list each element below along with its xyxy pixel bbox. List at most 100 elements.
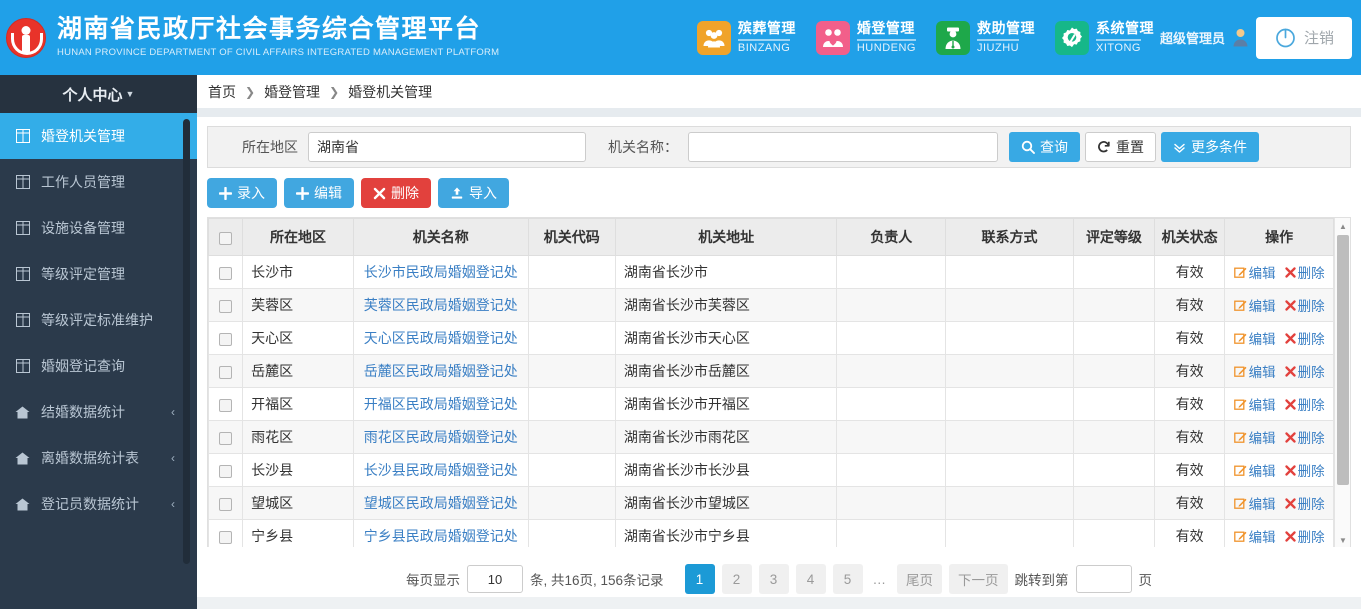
breadcrumb-item-home[interactable]: 首页 [208,82,236,102]
row-edit-button[interactable]: 编辑 [1234,262,1276,282]
scrollbar-thumb[interactable] [1337,235,1349,485]
sidebar-title-label: 个人中心 [63,84,123,105]
table-row[interactable]: 开福区开福区民政局婚姻登记处湖南省长沙市开福区有效编辑删除 [209,388,1334,421]
scroll-down-arrow-icon[interactable]: ▼ [1335,532,1351,547]
sidebar-item-marriage-data-stats[interactable]: 结婚数据统计 ‹ [0,389,197,435]
search-button[interactable]: 查询 [1009,132,1080,162]
row-checkbox[interactable] [219,498,232,511]
row-checkbox[interactable] [219,465,232,478]
table-row[interactable]: 岳麓区岳麓区民政局婚姻登记处湖南省长沙市岳麓区有效编辑删除 [209,355,1334,388]
row-checkbox[interactable] [219,432,232,445]
row-delete-button[interactable]: 删除 [1285,493,1325,513]
sidebar-item-marriage-registration-query[interactable]: 婚姻登记查询 [0,343,197,389]
table-row[interactable]: 长沙市长沙市民政局婚姻登记处湖南省长沙市有效编辑删除 [209,256,1334,289]
sidebar-item-grade-assessment-mgmt[interactable]: 等级评定管理 [0,251,197,297]
org-name-link[interactable]: 长沙市民政局婚姻登记处 [364,264,518,280]
table-row[interactable]: 望城区望城区民政局婚姻登记处湖南省长沙市望城区有效编辑删除 [209,487,1334,520]
table-row[interactable]: 长沙县长沙县民政局婚姻登记处湖南省长沙市长沙县有效编辑删除 [209,454,1334,487]
sidebar-item-registrar-data-stats[interactable]: 登记员数据统计 ‹ [0,481,197,527]
page-button-1[interactable]: 1 [685,564,715,594]
row-checkbox[interactable] [219,333,232,346]
table-row[interactable]: 芙蓉区芙蓉区民政局婚姻登记处湖南省长沙市芙蓉区有效编辑删除 [209,289,1334,322]
row-edit-button[interactable]: 编辑 [1234,427,1276,447]
row-delete-button[interactable]: 删除 [1285,328,1325,348]
last-page-button[interactable]: 尾页 [897,564,942,594]
delete-record-button[interactable]: 删除 [361,178,431,208]
row-delete-button[interactable]: 删除 [1285,427,1325,447]
org-name-link[interactable]: 开福区民政局婚姻登记处 [364,396,518,412]
page-button-2[interactable]: 2 [722,564,752,594]
row-checkbox[interactable] [219,366,232,379]
table-row[interactable]: 雨花区雨花区民政局婚姻登记处湖南省长沙市雨花区有效编辑删除 [209,421,1334,454]
cell-grade [1073,289,1154,322]
org-name-link[interactable]: 长沙县民政局婚姻登记处 [364,462,518,478]
sidebar-item-label: 离婚数据统计表 [41,448,139,468]
app-title-cn: 湖南省民政厅社会事务综合管理平台 [57,17,499,42]
org-name-link[interactable]: 芙蓉区民政局婚姻登记处 [364,297,518,313]
nav-module-jiuzhu[interactable]: 救助管理 JIUZHU [936,21,1035,55]
row-delete-button[interactable]: 删除 [1285,295,1325,315]
org-name-link[interactable]: 雨花区民政局婚姻登记处 [364,429,518,445]
row-delete-label: 删除 [1298,460,1325,480]
sidebar-item-grade-standard-maintenance[interactable]: 等级评定标准维护 [0,297,197,343]
jump-page-input[interactable] [1076,565,1132,593]
add-record-button[interactable]: 录入 [207,178,277,208]
row-delete-button[interactable]: 删除 [1285,460,1325,480]
cell-status: 有效 [1154,487,1224,520]
plus-icon [296,187,309,200]
cell-status: 有效 [1154,520,1224,548]
row-edit-button[interactable]: 编辑 [1234,394,1276,414]
page-button-5[interactable]: 5 [833,564,863,594]
row-edit-button[interactable]: 编辑 [1234,361,1276,381]
sidebar-title[interactable]: 个人中心 ▼ [0,75,197,113]
row-edit-button[interactable]: 编辑 [1234,328,1276,348]
avatar-icon[interactable] [1232,28,1249,47]
per-page-input[interactable] [467,565,523,593]
row-delete-button[interactable]: 删除 [1285,361,1325,381]
org-name-input[interactable] [688,132,998,162]
org-name-link[interactable]: 宁乡县民政局婚姻登记处 [364,528,518,544]
column-header-person-in-charge: 负责人 [837,219,946,256]
nav-module-xitong[interactable]: 系统管理 XITONG [1055,21,1154,55]
region-input[interactable] [308,132,586,162]
sidebar-item-staff-mgmt[interactable]: 工作人员管理 [0,159,197,205]
reset-button[interactable]: 重置 [1085,132,1156,162]
nav-module-label-en: JIUZHU [977,39,1019,54]
nav-module-binzang[interactable]: 殡葬管理 BINZANG [697,21,796,55]
import-button[interactable]: 导入 [438,178,509,208]
row-edit-button[interactable]: 编辑 [1234,526,1276,546]
page-button-4[interactable]: 4 [796,564,826,594]
sidebar-item-divorce-data-stats[interactable]: 离婚数据统计表 ‹ [0,435,197,481]
select-all-checkbox[interactable] [219,232,232,245]
row-checkbox[interactable] [219,399,232,412]
row-edit-button[interactable]: 编辑 [1234,295,1276,315]
org-name-link[interactable]: 望城区民政局婚姻登记处 [364,495,518,511]
row-checkbox[interactable] [219,531,232,544]
table-row[interactable]: 宁乡县宁乡县民政局婚姻登记处湖南省长沙市宁乡县有效编辑删除 [209,520,1334,548]
row-delete-button[interactable]: 删除 [1285,526,1325,546]
row-edit-button[interactable]: 编辑 [1234,460,1276,480]
more-conditions-button[interactable]: 更多条件 [1161,132,1259,162]
power-icon [1274,26,1297,49]
nav-module-hundeng[interactable]: 婚登管理 HUNDENG [816,21,916,55]
org-name-link[interactable]: 岳麓区民政局婚姻登记处 [364,363,518,379]
sidebar-scrollbar[interactable] [183,119,190,564]
sidebar-item-facility-mgmt[interactable]: 设施设备管理 [0,205,197,251]
row-delete-button[interactable]: 删除 [1285,394,1325,414]
org-name-link[interactable]: 天心区民政局婚姻登记处 [364,330,518,346]
table-row[interactable]: 天心区天心区民政局婚姻登记处湖南省长沙市天心区有效编辑删除 [209,322,1334,355]
hunan-civil-affairs-emblem-icon [6,18,46,58]
close-icon [1285,465,1296,476]
next-page-button[interactable]: 下一页 [949,564,1008,594]
row-edit-button[interactable]: 编辑 [1234,493,1276,513]
sidebar-item-marriage-org-mgmt[interactable]: 婚登机关管理 [0,113,197,159]
breadcrumb-item-marriage-mgmt[interactable]: 婚登管理 [264,82,320,102]
row-delete-button[interactable]: 删除 [1285,262,1325,282]
logout-button[interactable]: 注销 [1256,17,1352,59]
page-button-3[interactable]: 3 [759,564,789,594]
table-vertical-scrollbar[interactable]: ▲ ▼ [1334,218,1350,547]
row-checkbox[interactable] [219,267,232,280]
scroll-up-arrow-icon[interactable]: ▲ [1335,218,1351,234]
edit-record-button[interactable]: 编辑 [284,178,354,208]
row-checkbox[interactable] [219,300,232,313]
